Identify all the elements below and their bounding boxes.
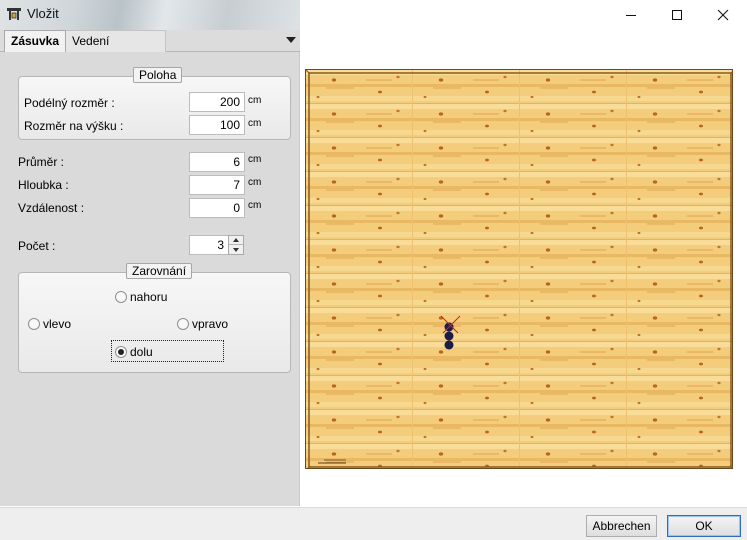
cancel-button[interactable]: Abbrechen	[586, 515, 657, 537]
spin-down-button[interactable]	[229, 245, 243, 254]
chevron-up-icon	[233, 238, 239, 242]
vzdalenost-input[interactable]: 0	[189, 198, 245, 218]
tab-strip: Zásuvka Vedení	[0, 30, 300, 52]
rozmer-na-vysku-label: Rozměr na výšku :	[24, 119, 124, 133]
radio-dolu-label: dolu	[130, 345, 153, 359]
radio-vpravo-label: vpravo	[192, 317, 229, 331]
tab-dropdown-icon[interactable]	[286, 37, 296, 43]
pocet-input[interactable]: 3	[189, 235, 229, 255]
wall-preview[interactable]	[305, 69, 733, 469]
podelny-rozmer-unit: cm	[248, 95, 262, 106]
tab-zasuvka[interactable]: Zásuvka	[4, 30, 66, 52]
vzdalenost-unit: cm	[248, 200, 262, 211]
radio-nahoru-indicator[interactable]	[115, 291, 127, 303]
prumer-unit: cm	[248, 154, 262, 165]
radio-vpravo-indicator[interactable]	[177, 318, 189, 330]
radio-vlevo-indicator[interactable]	[28, 318, 40, 330]
zarovnani-title: Zarovnání	[126, 263, 193, 279]
podelny-rozmer-input[interactable]: 200	[189, 92, 245, 112]
close-button[interactable]	[700, 0, 746, 30]
hloubka-label: Hloubka :	[18, 178, 69, 192]
tab-vedeni[interactable]: Vedení	[66, 30, 166, 52]
prumer-label: Průměr :	[18, 155, 65, 169]
maximize-button[interactable]	[654, 0, 700, 30]
radio-dolu-indicator[interactable]	[115, 346, 127, 358]
rozmer-na-vysku-unit: cm	[248, 118, 262, 129]
radio-dolu[interactable]: dolu	[115, 344, 153, 360]
ok-button[interactable]: OK	[667, 515, 741, 537]
radio-nahoru[interactable]: nahoru	[115, 289, 167, 305]
chevron-down-icon	[233, 247, 239, 252]
maximize-icon	[672, 10, 682, 20]
properties-panel: Zásuvka Vedení Poloha Podélný rozměr : 2…	[0, 30, 300, 506]
minimize-icon	[626, 15, 636, 16]
pocet-spinner[interactable]	[228, 235, 244, 255]
close-icon	[717, 9, 729, 21]
tab-content: Poloha Podélný rozměr : 200 cm Rozměr na…	[0, 52, 299, 506]
pocet-label: Počet :	[18, 239, 56, 253]
dialog-button-bar: Abbrechen OK	[0, 507, 747, 540]
rozmer-na-vysku-input[interactable]: 100	[189, 115, 245, 135]
wood-panel-drawing	[306, 70, 732, 468]
radio-vpravo[interactable]: vpravo	[177, 316, 228, 332]
title-bar: Vložit	[0, 0, 747, 30]
radio-vlevo[interactable]: vlevo	[28, 316, 71, 332]
minimize-button[interactable]	[608, 0, 654, 30]
window-title: Vložit	[27, 6, 59, 21]
radio-vlevo-label: vlevo	[43, 317, 72, 331]
hloubka-unit: cm	[248, 177, 262, 188]
hloubka-input[interactable]: 7	[189, 175, 245, 195]
prumer-input[interactable]: 6	[189, 152, 245, 172]
poloha-title: Poloha	[133, 67, 183, 83]
app-icon	[7, 8, 21, 20]
radio-nahoru-label: nahoru	[130, 290, 168, 304]
podelny-rozmer-label: Podélný rozměr :	[24, 96, 115, 110]
vzdalenost-label: Vzdálenost :	[18, 201, 85, 215]
spin-up-button[interactable]	[229, 236, 243, 245]
